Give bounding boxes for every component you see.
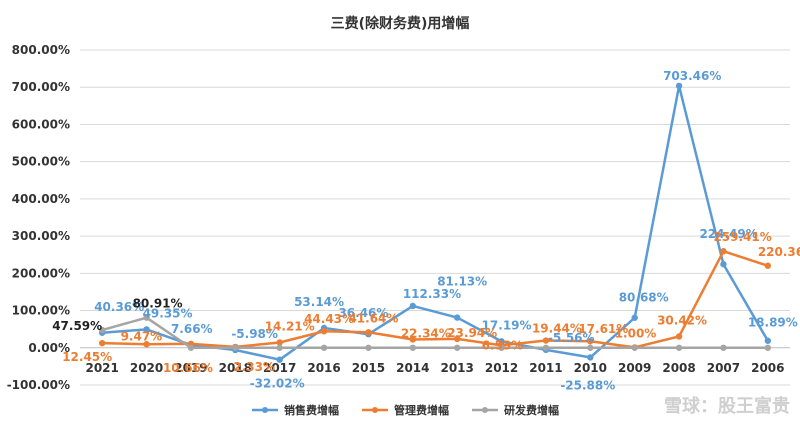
- data-point: [587, 354, 594, 361]
- legend: 销售费增幅 管理费增幅 研发费增幅: [252, 403, 559, 417]
- legend-marker: [262, 407, 268, 413]
- data-label: 6.53%: [482, 338, 524, 352]
- data-point: [409, 344, 417, 351]
- legend-label: 研发费增幅: [504, 403, 559, 417]
- chart-title: 三费(除财务费)用增幅: [331, 15, 470, 32]
- data-point: [98, 339, 106, 347]
- y-tick-label: 400.00%: [12, 192, 70, 206]
- data-point: [542, 344, 550, 351]
- data-point: [764, 344, 772, 351]
- data-label: 30.42%: [657, 313, 707, 327]
- x-tick-label: 2006: [751, 361, 784, 375]
- data-label: 22.34%: [401, 326, 451, 340]
- data-label: 9.47%: [121, 329, 163, 343]
- line-chart: 三费(除财务费)用增幅 -100.00%0.00%100.00%200.00%3…: [7, 15, 800, 417]
- data-point: [365, 344, 372, 351]
- data-point: [187, 344, 195, 351]
- data-point: [232, 344, 239, 351]
- x-tick-label: 2013: [440, 361, 473, 375]
- data-label: 18.89%: [748, 316, 798, 330]
- x-tick-label: 2010: [574, 361, 607, 375]
- y-tick-label: 800.00%: [12, 43, 70, 57]
- data-label: 259.41%: [713, 230, 771, 244]
- data-label: 53.14%: [294, 295, 344, 309]
- data-label: 220.36%: [758, 245, 800, 259]
- data-point: [764, 262, 772, 269]
- data-label: -25.88%: [560, 378, 615, 392]
- data-label: 44.43%: [304, 312, 354, 326]
- y-tick-label: 500.00%: [12, 155, 70, 169]
- data-point: [720, 261, 727, 268]
- x-tick-label: 2014: [396, 361, 429, 375]
- data-label: 81.13%: [437, 275, 487, 289]
- y-tick-label: -100.00%: [7, 378, 70, 392]
- data-point: [720, 344, 727, 351]
- data-point: [453, 344, 461, 351]
- data-label: 112.33%: [403, 287, 461, 301]
- data-label: -32.02%: [250, 377, 305, 391]
- data-point: [320, 328, 328, 335]
- y-tick-label: 300.00%: [12, 229, 70, 243]
- data-point: [675, 333, 683, 340]
- y-tick-label: 600.00%: [12, 117, 70, 131]
- data-point: [276, 356, 283, 363]
- data-point: [453, 314, 461, 321]
- data-point: [587, 344, 594, 351]
- x-tick-label: 2008: [662, 361, 695, 375]
- x-tick-label: 2007: [707, 361, 740, 375]
- y-tick-label: 700.00%: [12, 80, 70, 94]
- data-point: [675, 82, 683, 90]
- x-tick-label: 2011: [529, 361, 562, 375]
- data-label: 80.68%: [619, 291, 669, 305]
- data-label: 703.46%: [663, 69, 721, 83]
- data-point: [764, 337, 772, 344]
- legend-marker: [372, 407, 378, 413]
- data-label: 80.91%: [133, 297, 183, 311]
- data-label: 1.00%: [615, 326, 657, 340]
- y-tick-label: 200.00%: [12, 266, 70, 280]
- data-label: 7.66%: [171, 322, 213, 336]
- data-label: 2.33%: [233, 360, 275, 374]
- data-point: [409, 302, 417, 310]
- x-tick-label: 2020: [130, 361, 163, 375]
- data-label: 41.64%: [348, 311, 398, 325]
- data-point: [365, 329, 372, 336]
- x-tick-label: 2015: [352, 361, 385, 375]
- x-tick-label: 2012: [485, 361, 518, 375]
- legend-label: 销售费增幅: [284, 403, 339, 417]
- data-point: [720, 248, 727, 255]
- data-label: 10.66%: [163, 361, 213, 375]
- data-point: [675, 344, 683, 351]
- legend-label: 管理费增幅: [394, 403, 449, 417]
- watermark: 雪球：股王富贵: [664, 395, 790, 417]
- data-label: 19.44%: [532, 322, 582, 336]
- y-tick-label: 100.00%: [12, 304, 70, 318]
- x-tick-label: 2009: [618, 361, 651, 375]
- data-point: [320, 344, 328, 351]
- data-point: [631, 314, 638, 321]
- y-axis: -100.00%0.00%100.00%200.00%300.00%400.00…: [7, 43, 70, 392]
- data-label: 47.59%: [52, 319, 102, 333]
- legend-marker: [482, 407, 488, 413]
- data-label: 12.45%: [62, 350, 112, 364]
- data-point: [276, 344, 283, 351]
- x-tick-label: 2016: [307, 361, 340, 375]
- data-point: [631, 344, 638, 351]
